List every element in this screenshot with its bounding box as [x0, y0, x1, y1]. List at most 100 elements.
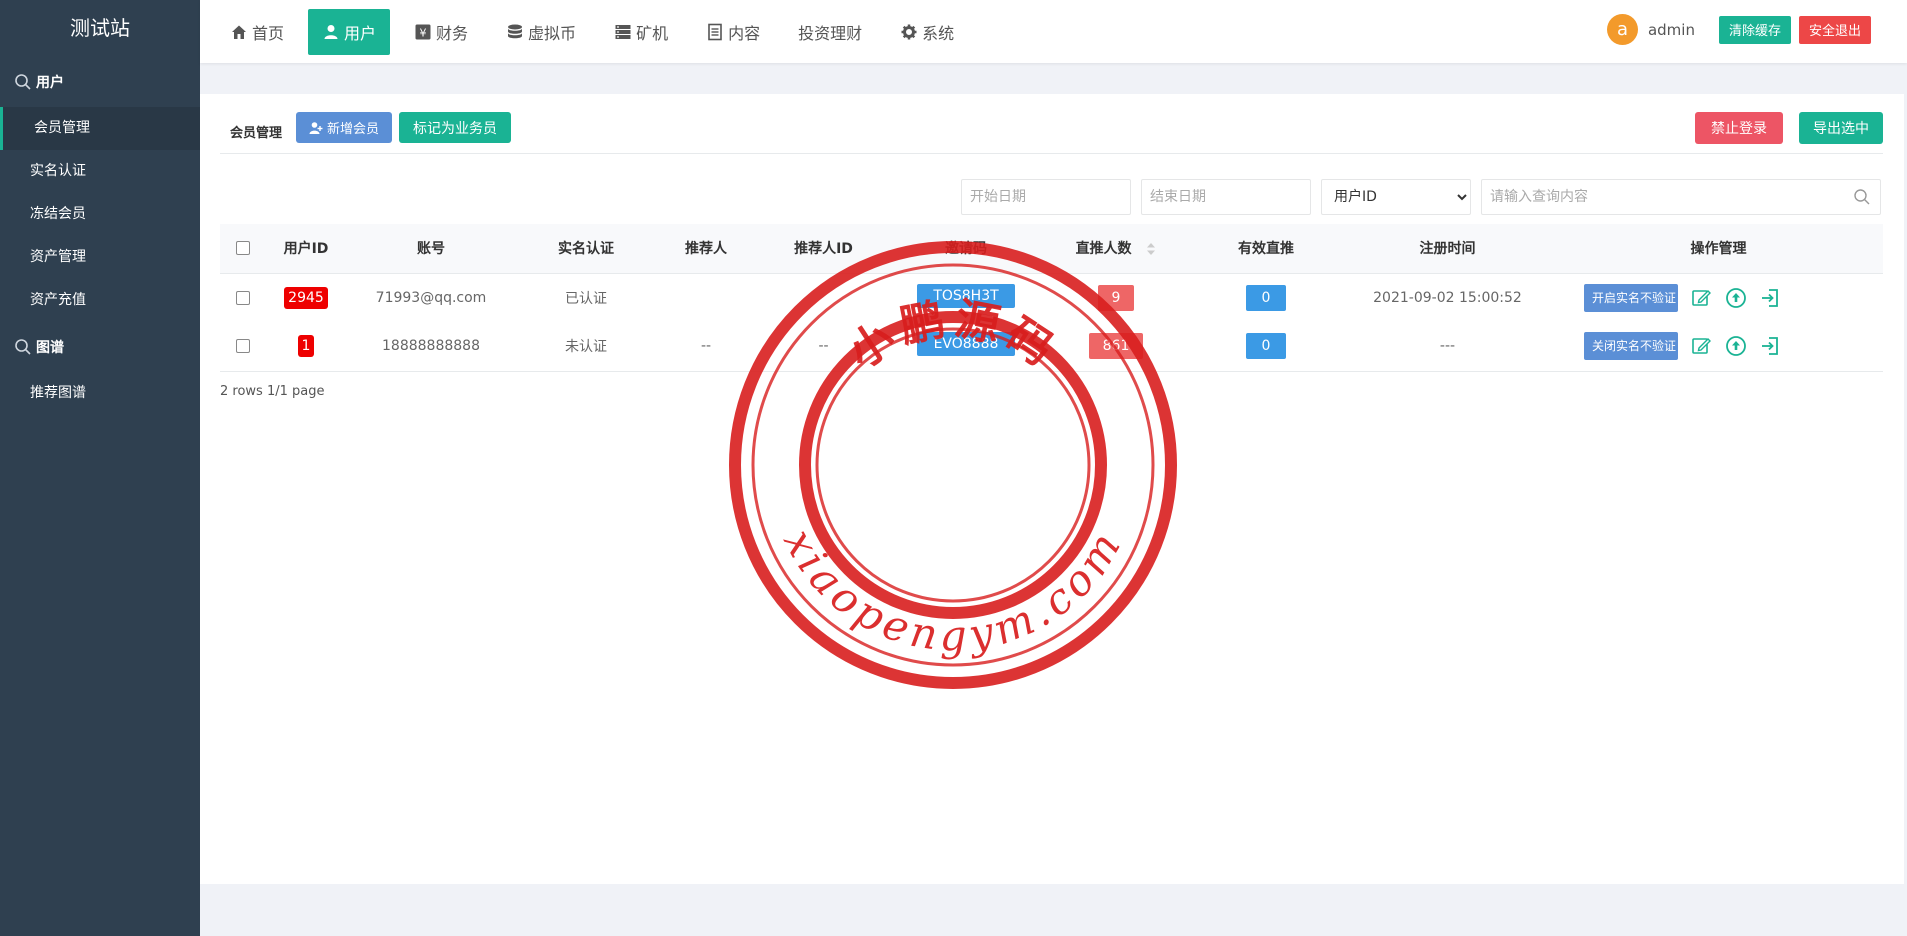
header-select-all[interactable] [220, 224, 266, 274]
edit-icon[interactable] [1690, 335, 1712, 357]
header-referrer: 推荐人 [656, 224, 756, 274]
sidebar-item-asset-recharge[interactable]: 资产充值 [0, 279, 200, 322]
header-valid-direct: 有效直推 [1191, 224, 1341, 274]
invite-code-badge: TOS8H3T [917, 283, 1015, 308]
end-date-input[interactable] [1141, 179, 1311, 215]
user-id-badge: 1 [297, 335, 315, 358]
table-row: 1 18888888888 未认证 -- -- EVO8888 861 0 --… [220, 322, 1883, 372]
search-icon[interactable] [1853, 188, 1871, 206]
database-icon [508, 24, 523, 39]
nav-finance[interactable]: ¥ 财务 [400, 9, 482, 55]
header-account: 账号 [346, 224, 516, 274]
yen-icon: ¥ [415, 24, 431, 40]
nav-label: 投资理财 [798, 24, 863, 43]
header-operations: 操作管理 [1554, 224, 1883, 274]
nav-content[interactable]: 内容 [692, 9, 774, 55]
sidebar: 测试站 用户 会员管理 实名认证 冻结会员 资产管理 资产充值 图谱 推荐图谱 [0, 0, 200, 936]
pagination-info: 2 rows 1/1 page [220, 384, 325, 399]
sort-icon[interactable] [1146, 242, 1156, 256]
home-icon [232, 25, 246, 39]
row-checkbox[interactable] [236, 290, 250, 305]
upload-icon[interactable] [1725, 335, 1747, 357]
header-invite-code: 邀请码 [891, 224, 1041, 274]
verified-cell: 已认证 [565, 290, 607, 307]
nav-label: 用户 [344, 24, 377, 43]
sidebar-group-label: 图谱 [36, 340, 64, 356]
account-cell: 18888888888 [346, 322, 516, 372]
top-navbar: 首页 用户 ¥ 财务 虚拟币 矿机 内容 投资理财 系统 a admin 清除缓… [200, 0, 1907, 63]
nav-home[interactable]: 首页 [216, 9, 298, 55]
start-date-input[interactable] [961, 179, 1131, 215]
search-row: 用户ID [961, 179, 1881, 215]
user-area: a admin 清除缓存 安全退出 [1606, 14, 1871, 45]
search-icon [15, 339, 31, 355]
document-icon [708, 23, 722, 41]
nav-user[interactable]: 用户 [308, 9, 391, 55]
search-input[interactable] [1481, 179, 1881, 215]
nav-label: 财务 [436, 24, 469, 43]
ban-login-button[interactable]: 禁止登录 [1695, 112, 1783, 144]
nav-label: 内容 [728, 24, 761, 43]
header-direct-count-label: 直推人数 [1075, 241, 1132, 258]
sidebar-group-user[interactable]: 用户 [0, 57, 200, 107]
nav-label: 虚拟币 [528, 24, 577, 43]
nav-crypto[interactable]: 虚拟币 [492, 9, 590, 55]
nav-system[interactable]: 系统 [886, 9, 968, 55]
main-nav: 首页 用户 ¥ 财务 虚拟币 矿机 内容 投资理财 系统 [216, 9, 978, 55]
nav-investment[interactable]: 投资理财 [784, 9, 876, 55]
referrer-cell [656, 273, 756, 322]
toggle-verify-button[interactable]: 关闭实名不验证 [1584, 332, 1678, 361]
toggle-verify-button[interactable]: 开启实名不验证 [1584, 283, 1678, 312]
content-panel: 会员管理 新增会员 标记为业务员 禁止登录 导出选中 用户ID 用户ID 账号 [200, 94, 1904, 884]
sidebar-item-real-name[interactable]: 实名认证 [0, 150, 200, 193]
valid-direct-badge[interactable]: 0 [1246, 284, 1286, 311]
direct-count-badge[interactable]: 861 [1088, 333, 1144, 360]
valid-direct-badge[interactable]: 0 [1246, 333, 1286, 360]
account-cell: 71993@qq.com [375, 289, 487, 306]
add-member-label: 新增会员 [327, 122, 380, 137]
query-wrap [1481, 179, 1881, 215]
svg-text:¥: ¥ [420, 27, 427, 40]
login-as-icon[interactable] [1759, 287, 1781, 309]
sidebar-item-member-management[interactable]: 会员管理 [0, 107, 200, 150]
header-real-name: 实名认证 [516, 224, 656, 274]
row-checkbox[interactable] [236, 339, 250, 354]
select-all-checkbox[interactable] [236, 241, 250, 256]
nav-miner[interactable]: 矿机 [600, 9, 682, 55]
brand-title: 测试站 [70, 16, 130, 40]
direct-count-badge[interactable]: 9 [1097, 284, 1135, 311]
invite-code-badge: EVO8888 [917, 332, 1015, 357]
nav-label: 矿机 [636, 24, 669, 43]
header-reg-time: 注册时间 [1341, 224, 1554, 274]
header-user-id: 用户ID [266, 224, 346, 274]
member-table: 用户ID 账号 实名认证 推荐人 推荐人ID 邀请码 直推人数 有效直推 注册时… [220, 224, 1883, 372]
header-direct-count[interactable]: 直推人数 [1041, 224, 1191, 274]
export-selected-button[interactable]: 导出选中 [1799, 112, 1883, 144]
user-id-badge: 2945 [284, 286, 328, 309]
logout-button[interactable]: 安全退出 [1798, 15, 1871, 44]
referrer-id-cell: -- [756, 322, 891, 372]
verified-cell: 未认证 [516, 322, 656, 372]
upload-icon[interactable] [1725, 287, 1747, 309]
add-user-icon [309, 121, 323, 134]
clear-cache-button[interactable]: 清除缓存 [1718, 15, 1791, 44]
header-referrer-id: 推荐人ID [756, 224, 891, 274]
add-member-button[interactable]: 新增会员 [296, 112, 393, 143]
server-icon [615, 25, 631, 39]
mark-salesman-button[interactable]: 标记为业务员 [399, 112, 511, 143]
sidebar-group-graph[interactable]: 图谱 [0, 322, 200, 372]
gear-icon [901, 24, 917, 40]
search-field-select[interactable]: 用户ID [1321, 179, 1471, 215]
avatar[interactable]: a [1606, 14, 1638, 45]
toolbar: 会员管理 新增会员 标记为业务员 禁止登录 导出选中 [220, 112, 1883, 154]
operations-cell: 开启实名不验证 [1554, 273, 1883, 322]
username[interactable]: admin [1648, 21, 1695, 39]
sidebar-item-referral-graph[interactable]: 推荐图谱 [0, 372, 200, 415]
operations-cell: 关闭实名不验证 [1554, 322, 1883, 372]
edit-icon[interactable] [1690, 287, 1712, 309]
sidebar-item-frozen-members[interactable]: 冻结会员 [0, 193, 200, 236]
sidebar-item-asset-management[interactable]: 资产管理 [0, 236, 200, 279]
login-as-icon[interactable] [1759, 335, 1781, 357]
reg-time-cell: --- [1341, 322, 1554, 372]
reg-time-cell: 2021-09-02 15:00:52 [1373, 289, 1522, 306]
